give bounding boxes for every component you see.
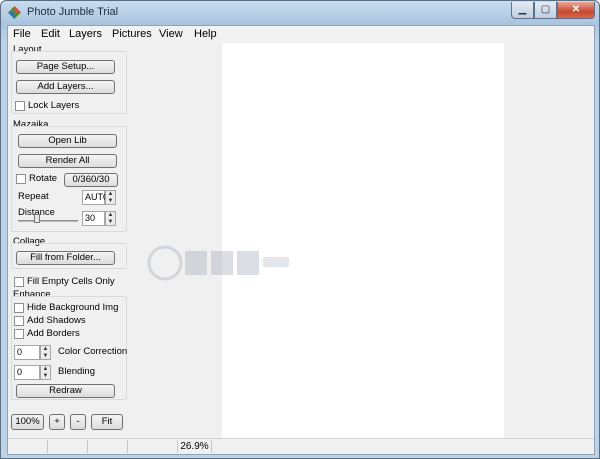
- page-setup-button[interactable]: Page Setup...: [16, 60, 115, 74]
- lock-layers-checkbox[interactable]: [15, 101, 25, 111]
- add-layers-button[interactable]: Add Layers...: [16, 80, 115, 94]
- blending-spinner[interactable]: ▲ ▼: [40, 365, 51, 380]
- spin-down-icon[interactable]: ▼: [107, 198, 114, 204]
- color-correction-spinner[interactable]: ▲ ▼: [40, 345, 51, 360]
- hide-background-label: Hide Background Img: [27, 302, 119, 313]
- distance-spinner[interactable]: ▲ ▼: [105, 211, 116, 226]
- window-title: Photo Jumble Trial: [27, 6, 119, 18]
- minimize-button[interactable]: ▁: [511, 2, 534, 19]
- spin-up-icon[interactable]: ▲: [42, 346, 49, 352]
- watermark-logo-icon: [147, 245, 289, 281]
- lock-layers-label: Lock Layers: [28, 100, 80, 111]
- add-borders-label: Add Borders: [27, 328, 80, 339]
- status-cell-2: [48, 440, 88, 453]
- app-window: Photo Jumble Trial ▁ ▢ ✕ File Edit Layer…: [0, 0, 600, 459]
- distance-input[interactable]: 30: [82, 211, 105, 226]
- menu-bar: File Edit Layers Pictures View Help: [8, 26, 594, 42]
- add-shadows-label: Add Shadows: [27, 315, 86, 326]
- fit-button[interactable]: Fit: [91, 414, 123, 430]
- spin-up-icon[interactable]: ▲: [107, 191, 114, 197]
- zoom-percent-status: 26.9%: [178, 440, 212, 453]
- fill-from-folder-button[interactable]: Fill from Folder...: [16, 251, 115, 265]
- spin-down-icon[interactable]: ▼: [107, 219, 114, 225]
- close-icon: ✕: [571, 4, 581, 15]
- rotate-range-button[interactable]: 0/360/30: [64, 173, 118, 187]
- close-button[interactable]: ✕: [557, 2, 595, 19]
- redraw-button[interactable]: Redraw: [16, 384, 115, 398]
- zoom-in-button[interactable]: +: [49, 414, 65, 430]
- rotate-checkbox[interactable]: [16, 174, 26, 184]
- minimize-icon: ▁: [518, 4, 527, 15]
- status-bar: 26.9%: [8, 438, 594, 454]
- color-correction-label: Color Correction: [58, 346, 128, 357]
- zoom-out-button[interactable]: -: [70, 414, 86, 430]
- distance-slider[interactable]: [18, 220, 78, 222]
- fill-empty-cells-checkbox[interactable]: [14, 277, 24, 287]
- repeat-label: Repeat: [18, 191, 49, 202]
- add-shadows-checkbox[interactable]: [14, 316, 24, 326]
- spin-down-icon[interactable]: ▼: [42, 373, 49, 379]
- repeat-spinner[interactable]: ▲ ▼: [105, 190, 116, 205]
- add-borders-checkbox[interactable]: [14, 329, 24, 339]
- maximize-icon: ▢: [540, 4, 551, 15]
- hide-background-checkbox[interactable]: [14, 303, 24, 313]
- status-cell-6: [212, 440, 594, 453]
- blending-label: Blending: [58, 366, 95, 377]
- status-cell-4: [128, 440, 178, 453]
- menu-file[interactable]: File: [13, 28, 31, 40]
- canvas-page[interactable]: [222, 43, 504, 438]
- title-bar[interactable]: Photo Jumble Trial ▁ ▢ ✕: [1, 1, 599, 24]
- color-correction-input[interactable]: 0: [14, 345, 40, 360]
- spin-up-icon[interactable]: ▲: [107, 212, 114, 218]
- status-cell-3: [88, 440, 128, 453]
- menu-help[interactable]: Help: [194, 28, 217, 40]
- render-all-button[interactable]: Render All: [18, 154, 117, 168]
- menu-view[interactable]: View: [159, 28, 183, 40]
- zoom-100-button[interactable]: 100%: [11, 414, 44, 430]
- menu-layers[interactable]: Layers: [69, 28, 102, 40]
- canvas-area[interactable]: [134, 43, 594, 438]
- distance-slider-thumb[interactable]: [34, 214, 40, 223]
- open-lib-button[interactable]: Open Lib: [18, 134, 117, 148]
- fill-empty-cells-label: Fill Empty Cells Only: [27, 276, 115, 287]
- menu-edit[interactable]: Edit: [41, 28, 60, 40]
- maximize-button[interactable]: ▢: [534, 2, 557, 19]
- repeat-input[interactable]: AUTO: [82, 190, 110, 205]
- spin-up-icon[interactable]: ▲: [42, 366, 49, 372]
- app-icon: [8, 6, 21, 19]
- spin-down-icon[interactable]: ▼: [42, 353, 49, 359]
- menu-pictures[interactable]: Pictures: [112, 28, 152, 40]
- blending-input[interactable]: 0: [14, 365, 40, 380]
- client-area: File Edit Layers Pictures View Help Layo…: [7, 25, 595, 455]
- sidebar-panel: Layout Page Setup... Add Layers... Lock …: [8, 43, 134, 439]
- rotate-label: Rotate: [29, 173, 57, 184]
- status-cell-1: [8, 440, 48, 453]
